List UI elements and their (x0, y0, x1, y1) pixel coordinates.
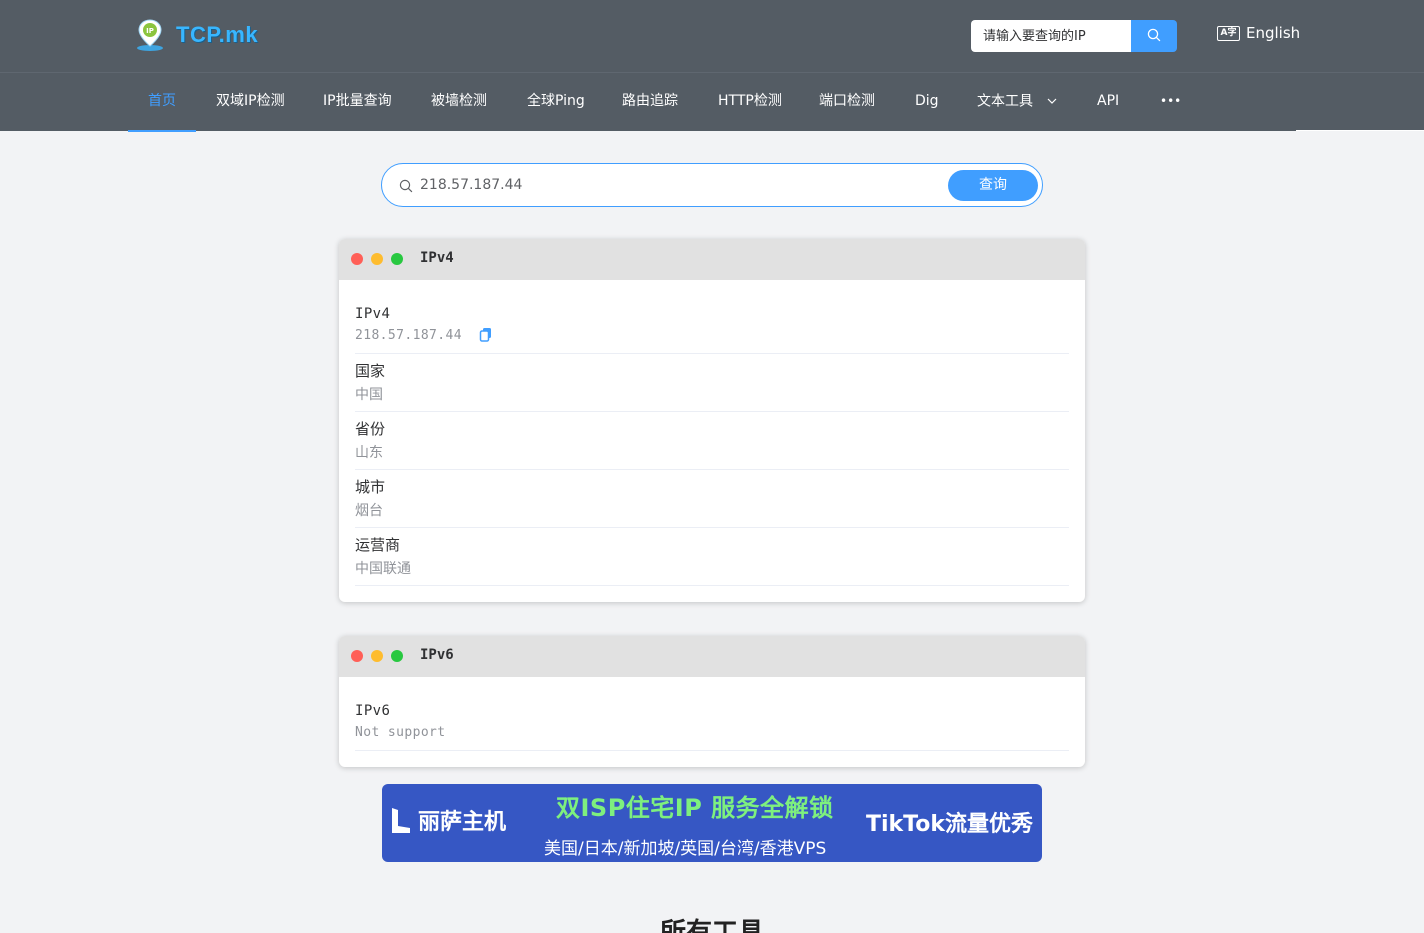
logo-text: TCP.mk (176, 22, 259, 47)
row-label: 省份 (355, 420, 386, 438)
banner-headline: 双ISP住宅IP 服务全解锁 (556, 794, 834, 822)
window-dot-green-icon (391, 650, 403, 662)
info-row-province: 省份 山东 (355, 412, 1069, 470)
info-row-ip: IPv4 218.57.187.44 (355, 296, 1069, 354)
nav-item-dig[interactable]: Dig (915, 73, 939, 132)
card-title: IPv6 (420, 647, 454, 663)
row-value: 烟台 (355, 503, 383, 519)
nav-item-text-tools[interactable]: 文本工具 (977, 73, 1057, 132)
window-dot-red-icon (351, 650, 363, 662)
row-label: 国家 (355, 362, 386, 380)
row-label: IPv4 (355, 306, 391, 322)
nav-item-blocked-check[interactable]: 被墙检测 (431, 73, 487, 132)
translate-icon: A字 (1217, 25, 1240, 41)
info-row-country: 国家 中国 (355, 354, 1069, 412)
brand-logo-icon (390, 806, 412, 834)
nav-item-ip-batch-query[interactable]: IP批量查询 (323, 73, 392, 132)
banner-right-text: TikTok流量优秀 (866, 812, 1034, 837)
window-dot-red-icon (351, 253, 363, 265)
nav-item-traceroute[interactable]: 路由追踪 (622, 73, 678, 132)
location-pin-icon: IP (134, 18, 166, 52)
info-row-city: 城市 烟台 (355, 470, 1069, 528)
nav-item-home[interactable]: 首页 (128, 73, 196, 132)
row-value: Not support (355, 725, 446, 740)
language-switcher[interactable]: A字 English (1217, 24, 1300, 42)
row-value: 中国 (355, 387, 383, 403)
nav-divider (1296, 130, 1424, 131)
banner-brand-text: 丽萨主机 (418, 810, 507, 835)
site-logo[interactable]: IP TCP.mk (134, 18, 258, 52)
nav-item-global-ping[interactable]: 全球Ping (527, 73, 585, 132)
header-search-input[interactable] (971, 20, 1131, 52)
header-search (971, 20, 1177, 52)
info-row-isp: 运营商 中国联通 (355, 528, 1069, 586)
copy-icon[interactable] (479, 327, 493, 346)
promo-banner[interactable]: 丽萨主机 双ISP住宅IP 服务全解锁 美国/日本/新加坡/英国/台湾/香港VP… (382, 784, 1042, 862)
nav-item-api[interactable]: API (1097, 73, 1119, 132)
ip-search-input[interactable] (420, 174, 940, 196)
banner-subline: 美国/日本/新加坡/英国/台湾/香港VPS (544, 839, 827, 859)
card-header: IPv4 (339, 239, 1085, 280)
ipv6-card: IPv6 IPv6 Not support (339, 636, 1085, 767)
window-dot-green-icon (391, 253, 403, 265)
search-icon (399, 178, 413, 197)
row-value: 中国联通 (355, 561, 411, 577)
window-dot-yellow-icon (371, 650, 383, 662)
main-nav: 首页 双域IP检测 IP批量查询 被墙检测 全球Ping 路由追踪 HTTP检测… (0, 72, 1424, 132)
header-search-button[interactable] (1131, 20, 1177, 52)
info-row-ipv6: IPv6 Not support (355, 693, 1069, 751)
ipv4-card: IPv4 IPv4 218.57.187.44 国家 中国 省份 山东 城市 烟… (339, 239, 1085, 602)
card-title: IPv4 (420, 250, 454, 266)
section-title: 所有工具 (659, 918, 764, 933)
more-icon[interactable]: ••• (1160, 73, 1181, 132)
language-label: English (1246, 24, 1301, 42)
nav-item-text-tools-label: 文本工具 (977, 93, 1033, 110)
svg-text:IP: IP (146, 27, 154, 35)
row-label: 城市 (355, 478, 386, 496)
search-icon (1147, 27, 1161, 46)
nav-item-http-check[interactable]: HTTP检测 (718, 73, 782, 132)
banner-brand: 丽萨主机 (390, 804, 506, 836)
ip-search-bar: 查询 (381, 163, 1043, 207)
top-header: IP TCP.mk A字 English (0, 0, 1424, 72)
row-label: 运营商 (355, 536, 401, 554)
ip-address-value: 218.57.187.44 (355, 328, 462, 343)
nav-item-port-check[interactable]: 端口检测 (819, 73, 875, 132)
row-value: 山东 (355, 445, 383, 461)
row-label: IPv6 (355, 703, 391, 719)
window-dot-yellow-icon (371, 253, 383, 265)
nav-item-dual-ip-check[interactable]: 双域IP检测 (216, 73, 285, 132)
card-header: IPv6 (339, 636, 1085, 677)
chevron-down-icon (1047, 73, 1057, 130)
query-button[interactable]: 查询 (948, 170, 1038, 201)
